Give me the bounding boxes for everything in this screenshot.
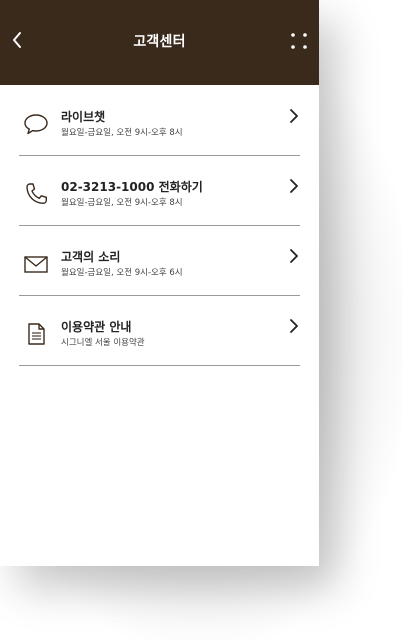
more-menu-button[interactable]: [288, 30, 310, 52]
item-subtitle: 시그니엘 서울 이용약관: [61, 338, 145, 348]
phone-icon: [23, 181, 49, 207]
item-subtitle: 월요일-금요일, 오전 9시-오후 8시: [61, 198, 183, 208]
top-bar: 고객센터: [0, 0, 319, 85]
item-subtitle: 월요일-금요일, 오전 9시-오후 8시: [61, 128, 183, 138]
item-subtitle: 월요일-금요일, 오전 9시-오후 6시: [61, 268, 183, 278]
list-item-live-chat[interactable]: 라이브챗 월요일-금요일, 오전 9시-오후 8시: [19, 86, 300, 156]
app-screen: 고객센터 라이브챗 월요일-금요일, 오전 9시-오후 8시 02-3213-1…: [0, 0, 319, 566]
chevron-right-icon: [288, 248, 300, 264]
item-title: 고객의 소리: [61, 250, 121, 264]
chevron-right-icon: [288, 108, 300, 124]
chat-icon: [23, 111, 49, 137]
dots-grid-icon: [291, 33, 307, 49]
list-item-terms-of-use[interactable]: 이용약관 안내 시그니엘 서울 이용약관: [19, 296, 300, 366]
list-item-phone-call[interactable]: 02-3213-1000 전화하기 월요일-금요일, 오전 9시-오후 8시: [19, 156, 300, 226]
chevron-right-icon: [288, 318, 300, 334]
item-title: 이용약관 안내: [61, 320, 132, 334]
item-title: 02-3213-1000 전화하기: [61, 180, 203, 194]
page-title: 고객센터: [133, 34, 186, 50]
chevron-right-icon: [288, 178, 300, 194]
list-item-voice-of-customer[interactable]: 고객의 소리 월요일-금요일, 오전 9시-오후 6시: [19, 226, 300, 296]
support-options-list: 라이브챗 월요일-금요일, 오전 9시-오후 8시 02-3213-1000 전…: [19, 86, 300, 366]
document-icon: [23, 321, 49, 347]
mail-icon: [23, 251, 49, 277]
item-title: 라이브챗: [61, 110, 106, 124]
